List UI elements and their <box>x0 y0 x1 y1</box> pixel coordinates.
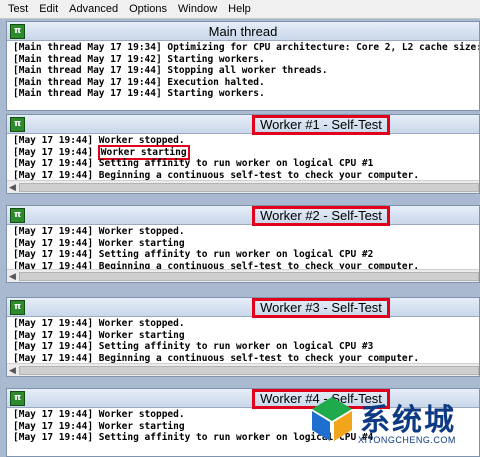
worker-1-titlebar[interactable]: π Worker #1 - Self-Test <box>7 115 479 135</box>
worker-2-log: [May 17 19:44] Worker stopped. [May 17 1… <box>7 225 479 272</box>
worker-1-horizontal-scrollbar[interactable]: ◀ <box>7 180 479 193</box>
log-line: [May 17 19:44] Worker stopped. <box>13 226 185 237</box>
scrollbar-thumb[interactable] <box>19 183 479 192</box>
menu-options[interactable]: Options <box>123 3 172 15</box>
worker-1-log: [May 17 19:44] Worker stopped. [May 17 1… <box>7 134 479 181</box>
worker-1-title: Worker #1 - Self-Test <box>252 115 390 135</box>
worker-2-title: Worker #2 - Self-Test <box>252 206 390 226</box>
prime95-app-icon: π <box>10 391 25 406</box>
log-line: [May 17 19:44] Worker starting <box>13 237 185 249</box>
log-line: [May 17 19:44] Worker stopped. <box>13 318 185 329</box>
scroll-left-arrow-icon[interactable]: ◀ <box>9 271 16 282</box>
main-thread-log: [Main thread May 17 19:34] Optimizing fo… <box>7 41 479 100</box>
menu-edit[interactable]: Edit <box>33 3 63 15</box>
log-line: [May 17 19:44] Worker stopped. <box>13 135 185 146</box>
worker-2-window[interactable]: π Worker #2 - Self-Test [May 17 19:44] W… <box>6 205 480 283</box>
worker-3-horizontal-scrollbar[interactable]: ◀ <box>7 363 479 376</box>
worker-2-titlebar[interactable]: π Worker #2 - Self-Test <box>7 206 479 226</box>
worker-1-window[interactable]: π Worker #1 - Self-Test [May 17 19:44] W… <box>6 114 480 194</box>
scrollbar-thumb[interactable] <box>19 272 479 281</box>
prime95-app-icon: π <box>10 117 25 132</box>
log-timestamp: [May 17 19:44] <box>13 146 99 158</box>
worker-3-title: Worker #3 - Self-Test <box>252 298 390 318</box>
scrollbar-thumb[interactable] <box>19 366 479 375</box>
menu-advanced[interactable]: Advanced <box>63 3 123 15</box>
menu-window[interactable]: Window <box>172 3 222 15</box>
log-line: [Main thread May 17 19:34] Optimizing fo… <box>13 42 480 53</box>
worker-3-titlebar[interactable]: π Worker #3 - Self-Test <box>7 298 479 318</box>
main-thread-titlebar[interactable]: π Main thread <box>7 22 479 41</box>
log-line: [May 17 19:44] Worker starting <box>13 144 479 160</box>
log-line: [Main thread May 17 19:42] Starting work… <box>13 53 265 65</box>
log-line: [Main thread May 17 19:44] Starting work… <box>13 88 265 99</box>
watermark-text: 系统城 <box>360 403 456 438</box>
main-thread-title: Main thread <box>208 24 278 39</box>
log-line: [May 17 19:44] Worker starting <box>13 329 185 341</box>
site-watermark: 系统城 XITONGCHENG.COM <box>306 393 476 457</box>
log-line: [Main thread May 17 19:44] Execution hal… <box>13 76 265 88</box>
worker-3-window[interactable]: π Worker #3 - Self-Test [May 17 19:44] W… <box>6 297 480 377</box>
prime95-app-icon: π <box>10 208 25 223</box>
watermark-url: XITONGCHENG.COM <box>358 435 456 445</box>
log-line: [May 17 19:44] Setting affinity to run w… <box>13 158 374 169</box>
prime95-app-icon: π <box>10 300 25 315</box>
scroll-left-arrow-icon[interactable]: ◀ <box>9 182 16 193</box>
menu-help[interactable]: Help <box>222 3 256 15</box>
scroll-left-arrow-icon[interactable]: ◀ <box>9 365 16 376</box>
log-line: [May 17 19:44] Setting affinity to run w… <box>13 249 374 260</box>
log-line: [Main thread May 17 19:44] Stopping all … <box>13 65 328 76</box>
menu-test[interactable]: Test <box>0 3 33 15</box>
main-thread-window[interactable]: π Main thread [Main thread May 17 19:34]… <box>6 21 480 111</box>
worker-3-log: [May 17 19:44] Worker stopped. [May 17 1… <box>7 317 479 364</box>
log-line: [May 17 19:44] Setting affinity to run w… <box>13 341 374 352</box>
watermark-logo-icon <box>312 397 352 441</box>
menu-bar: Test Edit Advanced Options Window Help <box>0 0 480 19</box>
worker-2-horizontal-scrollbar[interactable]: ◀ <box>7 269 479 282</box>
